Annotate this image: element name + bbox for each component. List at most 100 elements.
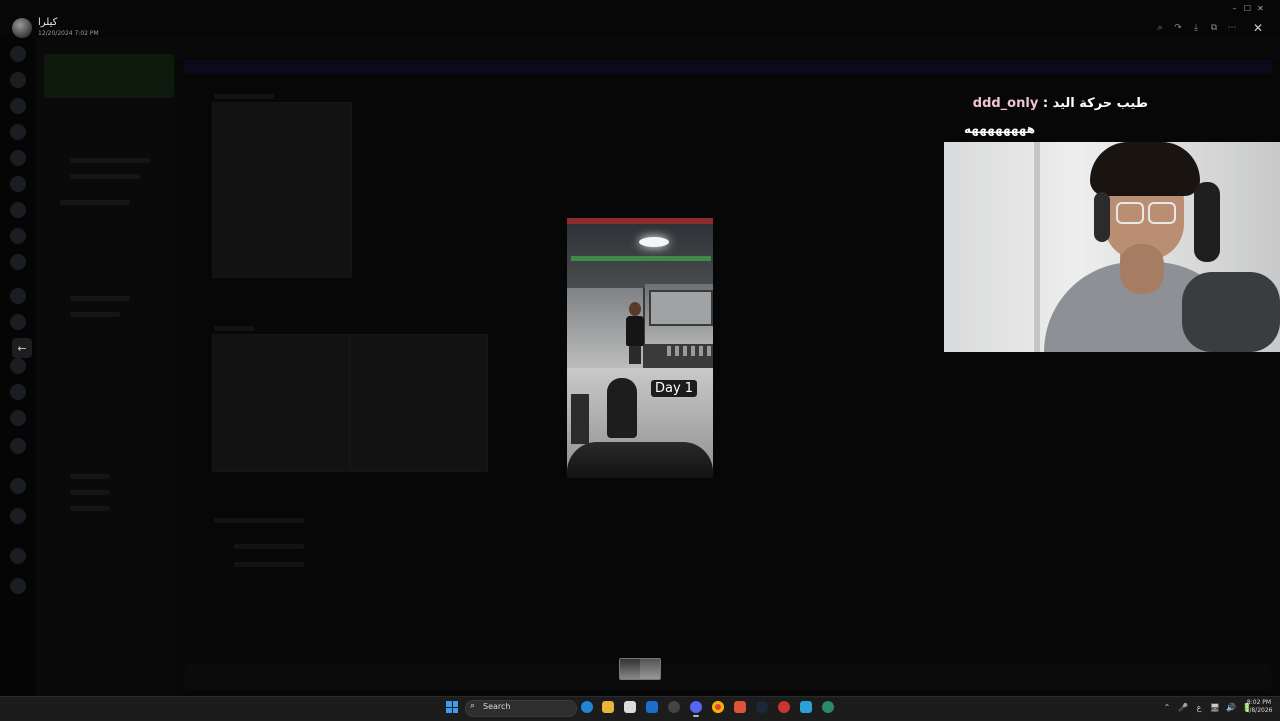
photo-dumbbell-rack (663, 346, 711, 356)
server-list (0, 38, 36, 696)
server-icon (10, 46, 26, 62)
volume-icon[interactable]: 🔊 (1226, 701, 1236, 713)
thumbnail-right (640, 659, 660, 679)
photo-ceiling (567, 218, 713, 288)
photo-machine (607, 378, 637, 438)
forward-icon[interactable]: ↷ (1169, 19, 1187, 37)
uploader-name[interactable]: كيلرا (38, 17, 57, 28)
stream-chat-message: طيب حركة اليد : ddd_only (948, 96, 1148, 111)
channel-line (70, 490, 110, 495)
language-indicator[interactable]: ع (1194, 701, 1204, 713)
viewer-header: كيلرا 12/20/2024 7:02 PM – ☐ ✕ ⌕ ↷ ⤓ ⧉ ⋯… (0, 0, 1280, 38)
image-thumbnail[interactable] (619, 658, 661, 680)
more-icon[interactable]: ⋯ (1223, 19, 1241, 37)
message-image (212, 334, 350, 472)
zoom-icon[interactable]: ⌕ (1151, 19, 1169, 37)
webcam-feed (944, 142, 1280, 352)
server-icon (10, 384, 26, 400)
previous-image-button[interactable]: ← (12, 338, 32, 358)
photo-bench (567, 442, 713, 478)
minimize-button[interactable]: – (1228, 2, 1241, 14)
message-image (212, 102, 352, 278)
photo-person-legs (629, 346, 641, 364)
edge-icon[interactable] (581, 701, 593, 713)
close-icon[interactable]: ✕ (1249, 19, 1267, 37)
steam-icon[interactable] (756, 701, 768, 713)
channel-line (70, 296, 130, 301)
channel-header (176, 38, 1280, 58)
app-icon[interactable] (800, 701, 812, 713)
channel-line (60, 200, 130, 205)
message-line (234, 562, 304, 567)
webcam-glasses (1148, 202, 1176, 224)
chat-message-text: طيب حركة اليد : (1042, 96, 1148, 111)
message-input (184, 664, 1272, 690)
taskbar-search[interactable] (465, 700, 577, 717)
system-tray: ⌃ 🎤 ع 🖥 🔊 🔋 (1162, 701, 1252, 713)
server-icon (10, 98, 26, 114)
brave-icon[interactable] (734, 701, 746, 713)
microphone-icon (1182, 272, 1280, 352)
settings-icon[interactable] (668, 701, 680, 713)
message-line (214, 518, 304, 523)
server-icon (10, 410, 26, 426)
message-line (214, 94, 274, 99)
server-icon (10, 150, 26, 166)
photo-person-body (626, 316, 644, 346)
image-caption: Day 1 (651, 380, 698, 397)
photo-ceiling-trim (567, 218, 713, 224)
webcam-person-hand (1120, 244, 1164, 294)
taskbar-clock[interactable]: 8:02 PM 1/8/2026 (1244, 699, 1274, 715)
message-line (214, 326, 254, 331)
open-external-icon[interactable]: ⧉ (1205, 19, 1223, 37)
headphones-icon (1094, 192, 1110, 242)
search-label: Search (483, 702, 511, 711)
stream-chat-line: ههههههههه (964, 122, 1036, 136)
message-image (350, 334, 488, 472)
clock-time: 8:02 PM (1246, 699, 1272, 706)
store-icon[interactable] (624, 701, 636, 713)
maximize-button[interactable]: ☐ (1241, 2, 1254, 14)
photo-person-head (629, 302, 641, 316)
channel-line (70, 474, 110, 479)
server-icon (10, 202, 26, 218)
upload-date: 12/20/2024 7:02 PM (38, 30, 99, 37)
server-icon (10, 314, 26, 330)
gym-photo[interactable]: Day 1 (567, 218, 713, 478)
server-icon (10, 358, 26, 374)
server-icon (10, 176, 26, 192)
server-icon (10, 508, 26, 524)
webcam-person-hair (1090, 142, 1200, 196)
photo-machine (571, 394, 589, 444)
photo-person (624, 302, 646, 364)
microphone-tray-icon[interactable]: 🎤 (1178, 701, 1188, 713)
webcam-glasses (1116, 202, 1144, 224)
display-icon[interactable]: 🖥 (1210, 701, 1220, 713)
chevron-up-icon[interactable]: ⌃ (1162, 701, 1172, 713)
chat-username: ddd_only (972, 96, 1039, 111)
server-icon (10, 438, 26, 454)
server-icon (10, 478, 26, 494)
notice-bar (184, 60, 1272, 74)
server-icon (10, 288, 26, 304)
chrome-icon[interactable] (712, 701, 724, 713)
server-icon (10, 578, 26, 594)
outlook-icon[interactable] (646, 701, 658, 713)
window-close-button[interactable]: ✕ (1254, 2, 1267, 14)
discord-icon[interactable] (690, 701, 702, 717)
thumbnail-left (620, 659, 640, 679)
server-icon (10, 72, 26, 88)
download-icon[interactable]: ⤓ (1187, 19, 1205, 37)
channel-line (70, 158, 150, 163)
uploader-avatar[interactable] (12, 18, 32, 38)
channel-line (70, 506, 110, 511)
windows-start-icon[interactable] (446, 701, 458, 713)
search-icon: ⌕ (470, 701, 476, 711)
app-icon[interactable] (822, 701, 834, 713)
message-line (234, 544, 304, 549)
clock-date: 1/8/2026 (1245, 707, 1273, 714)
app-icon[interactable] (778, 701, 790, 713)
file-explorer-icon[interactable] (602, 701, 614, 713)
channel-list (36, 38, 176, 696)
headphones-icon (1194, 182, 1220, 262)
